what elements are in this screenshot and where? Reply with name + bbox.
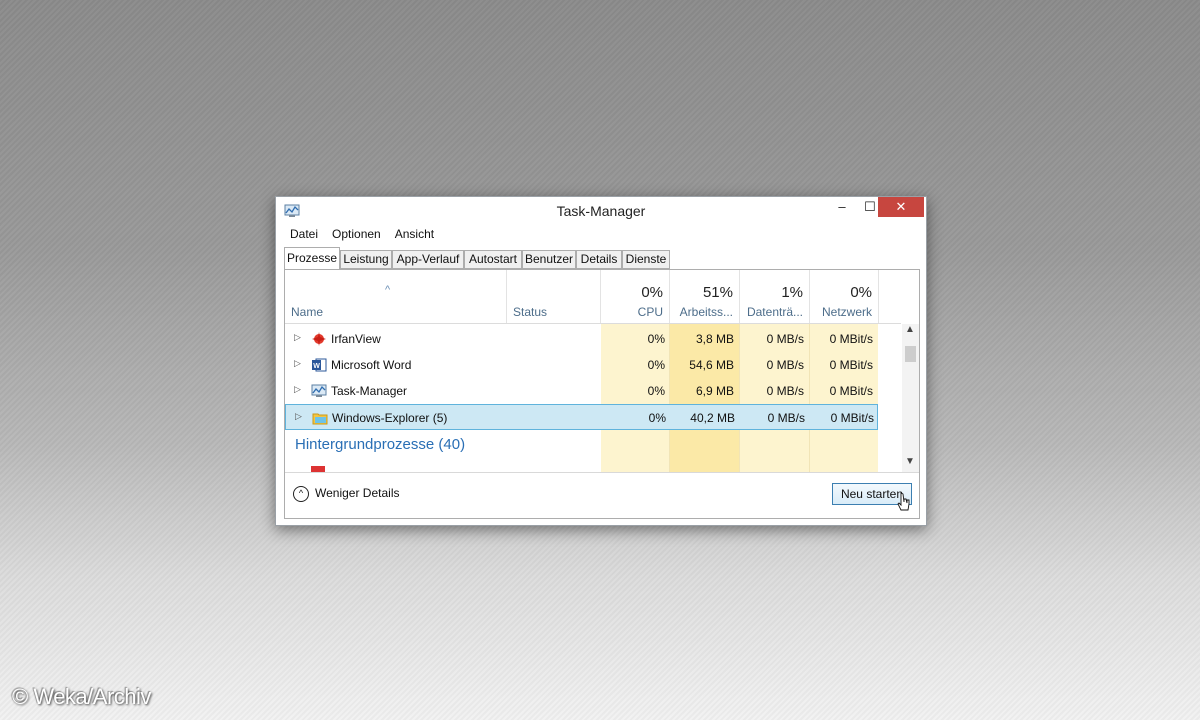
scroll-up-icon[interactable]: ▲ (905, 324, 915, 335)
network-label: Netzwerk (821, 305, 872, 319)
process-name: IrfanView (331, 332, 381, 346)
tab-details[interactable]: Details (576, 250, 622, 269)
explorer-icon (312, 413, 328, 425)
watermark: © Weka/Archiv (12, 684, 151, 709)
column-header-name[interactable]: ^ Name (285, 270, 507, 324)
less-details-label: Weniger Details (315, 486, 400, 501)
column-header-status[interactable]: Status (507, 270, 601, 324)
mouse-cursor-icon (897, 492, 910, 511)
process-name: Microsoft Word (331, 358, 412, 372)
task-manager-window: Task-Manager – ☐ ✕ Datei Optionen Ansicht … (275, 196, 927, 526)
tab-prozesse[interactable]: Prozesse (284, 247, 340, 270)
column-header-memory[interactable]: 51% Arbeitss... (670, 270, 740, 324)
process-row-task-manager[interactable]: ▷ Task-Manager 0% 6,9 MB 0 MB/s 0 MBit/s (285, 378, 878, 404)
process-cpu: 0% (648, 411, 666, 425)
process-network: 0 MBit/s (829, 358, 873, 372)
scroll-thumb[interactable] (905, 346, 916, 362)
cpu-total: 0% (641, 284, 663, 301)
memory-label: Arbeitss... (679, 305, 733, 319)
sort-ascending-icon: ^ (385, 284, 391, 296)
disk-label: Datenträ... (746, 305, 803, 319)
column-name-label: Name (291, 305, 324, 319)
svg-text:W: W (313, 363, 320, 370)
column-status-label: Status (513, 305, 548, 319)
scroll-down-icon[interactable]: ▼ (905, 456, 915, 467)
process-cpu: 0% (647, 384, 665, 398)
process-memory: 3,8 MB (695, 332, 734, 346)
process-row-word[interactable]: ▷ W Microsoft Word 0% 54,6 MB 0 MB/s 0 M… (285, 352, 878, 378)
expand-arrow-icon[interactable]: ▷ (294, 358, 301, 369)
tab-benutzer[interactable]: Benutzer (522, 250, 576, 269)
expand-arrow-icon[interactable]: ▷ (295, 411, 302, 422)
tab-leistung[interactable]: Leistung (340, 250, 392, 269)
process-cpu: 0% (647, 332, 665, 346)
disk-total: 1% (781, 284, 803, 301)
process-network: 0 MBit/s (830, 411, 874, 425)
process-memory: 54,6 MB (689, 358, 734, 372)
less-details-toggle[interactable]: ^ Weniger Details (293, 486, 399, 502)
title-bar[interactable]: Task-Manager – ☐ ✕ (276, 197, 926, 225)
tab-dienste[interactable]: Dienste (622, 250, 670, 269)
task-manager-icon (311, 384, 327, 397)
process-disk: 0 MB/s (767, 411, 805, 425)
process-memory: 40,2 MB (690, 411, 735, 425)
expand-arrow-icon[interactable]: ▷ (294, 332, 301, 343)
column-header-disk[interactable]: 1% Datenträ... (740, 270, 810, 324)
close-button[interactable]: ✕ (878, 197, 924, 217)
column-header-cpu[interactable]: 0% CPU (601, 270, 670, 324)
process-disk: 0 MB/s (766, 332, 804, 346)
menu-ansicht[interactable]: Ansicht (395, 227, 434, 241)
process-memory: 6,9 MB (695, 384, 734, 398)
process-row-windows-explorer[interactable]: ▷ Windows-Explorer (5) 0% 40,2 MB 0 MB/s… (285, 404, 878, 430)
process-cpu: 0% (647, 358, 665, 372)
process-network: 0 MBit/s (829, 384, 873, 398)
irfanview-icon (312, 332, 326, 346)
footer-divider (285, 472, 919, 473)
memory-total: 51% (702, 284, 733, 301)
cpu-label: CPU (637, 305, 663, 319)
word-icon: W (312, 358, 327, 372)
process-disk: 0 MB/s (766, 384, 804, 398)
menu-datei[interactable]: Datei (290, 227, 318, 241)
process-name: Windows-Explorer (5) (332, 411, 448, 425)
process-list-panel: ^ Name Status 0% CPU 51% Arbeitss... 1% … (284, 269, 920, 519)
chevron-up-circle-icon: ^ (293, 486, 309, 502)
menu-optionen[interactable]: Optionen (332, 227, 381, 241)
expand-arrow-icon[interactable]: ▷ (294, 384, 301, 395)
process-network: 0 MBit/s (829, 332, 873, 346)
vertical-scrollbar[interactable]: ▲ ▼ (902, 324, 919, 472)
background-processes-group-title[interactable]: Hintergrundprozesse (40) (295, 436, 465, 453)
process-disk: 0 MB/s (766, 358, 804, 372)
tab-app-verlauf[interactable]: App-Verlauf (392, 250, 464, 269)
process-name: Task-Manager (331, 384, 408, 398)
column-header-network[interactable]: 0% Netzwerk (810, 270, 879, 324)
tab-autostart[interactable]: Autostart (464, 250, 522, 269)
network-total: 0% (850, 284, 872, 301)
minimize-button[interactable]: – (828, 197, 856, 217)
menu-bar: Datei Optionen Ansicht (282, 227, 440, 245)
process-row-irfanview[interactable]: ▷ IrfanView 0% 3,8 MB 0 MB/s 0 MBit/s (285, 326, 878, 352)
